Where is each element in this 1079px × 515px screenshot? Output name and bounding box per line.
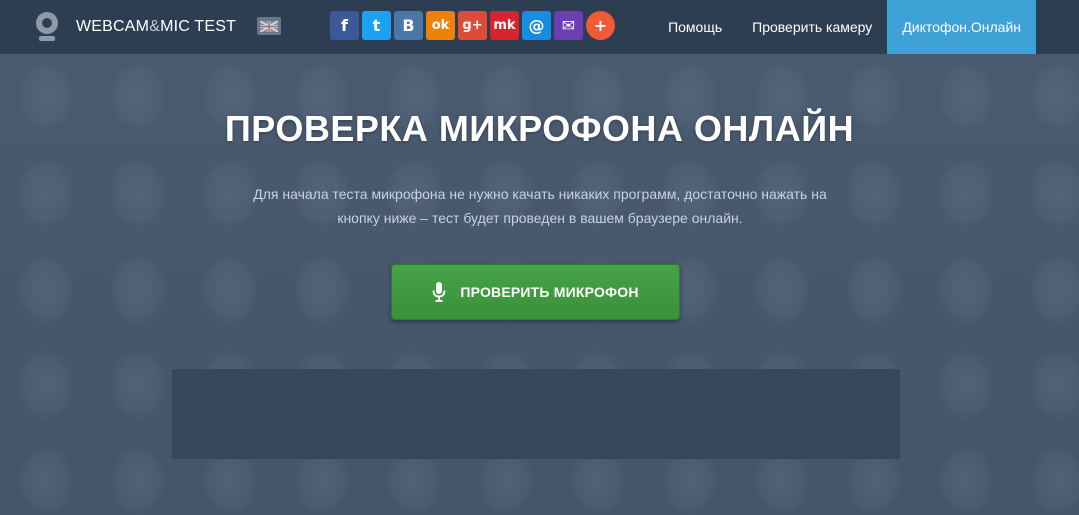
email-icon[interactable]: ✉ [554, 11, 583, 40]
page-title: ПРОВЕРКА МИКРОФОНА ОНЛАЙН [224, 108, 855, 149]
social-share-bar: f t Bok g+ mk @ ✉ + [330, 11, 615, 40]
moi-krug-icon[interactable]: mk [490, 11, 519, 40]
site-logo[interactable]: WEBCAM&MIC TEST [36, 10, 236, 44]
top-navigation-bar: WEBCAM&MIC TEST f t Bok g+ mk @ ✉ + Помощь Пров… [0, 0, 1079, 54]
test-result-panel [172, 369, 900, 459]
nav-dictaphone-online[interactable]: Диктофон.Онлайн [887, 0, 1036, 54]
share-plus-icon[interactable]: + [586, 11, 615, 40]
check-microphone-button[interactable]: ПРОВЕРИТЬ МИКРОФОН [391, 264, 680, 320]
mail-ru-icon[interactable]: @ [522, 11, 551, 40]
check-microphone-label: ПРОВЕРИТЬ МИКРОФОН [460, 284, 639, 300]
hero-description: Для начала теста микрофона не нужно кача… [253, 186, 827, 226]
microphone-icon [432, 282, 446, 302]
twitter-icon[interactable]: t [362, 11, 391, 40]
uk-flag-icon[interactable] [257, 17, 281, 35]
webcam-icon [36, 10, 58, 44]
nav-help[interactable]: Помощь [653, 0, 737, 54]
odnoklassniki-icon[interactable]: ok [426, 11, 455, 40]
main-nav: Помощь Проверить камеру Диктофон.Онлайн [653, 0, 1036, 54]
facebook-icon[interactable]: f [330, 11, 359, 40]
google-plus-icon[interactable]: g+ [458, 11, 487, 40]
nav-check-camera[interactable]: Проверить камеру [737, 0, 887, 54]
logo-text: WEBCAM&MIC TEST [76, 18, 237, 35]
vkontakte-icon[interactable]: B [394, 11, 423, 40]
